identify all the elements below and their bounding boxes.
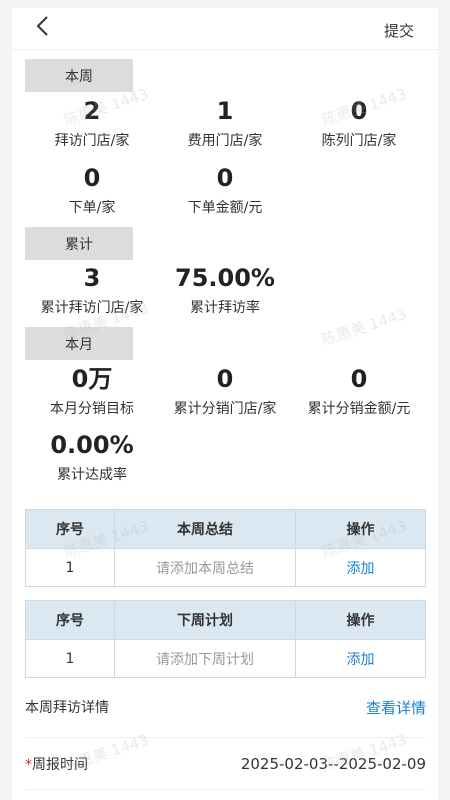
section-tag-cumulative: 累计: [25, 227, 133, 260]
stat-label: 累计分销金额/元: [307, 401, 411, 417]
view-details-link[interactable]: 查看详情: [366, 697, 426, 718]
stat-value: 0: [216, 365, 234, 393]
table-header: 序号 下周计划 操作: [26, 601, 425, 639]
stat-cumulative-visits: 3 累计拜访门店/家: [22, 263, 162, 317]
visit-details-row: 本周拜访详情 查看详情: [25, 687, 426, 727]
report-time-label-group: *周报时间: [25, 754, 88, 774]
stat-label: 下单/家: [68, 200, 116, 216]
stat-value: 75.00%: [175, 264, 275, 292]
nav-bar: [12, 8, 438, 50]
stat-label: 本月分销目标: [50, 401, 134, 417]
col-header-summary: 本周总结: [115, 510, 296, 548]
stat-value: 1: [216, 97, 234, 125]
stat-label: 累计分销门店/家: [173, 401, 277, 417]
submit-button[interactable]: 提交: [384, 20, 414, 41]
stat-label: 累计拜访率: [190, 300, 260, 316]
stat-visit-stores: 2 拜访门店/家: [22, 96, 162, 150]
stat-value: 0.00%: [50, 431, 134, 459]
summary-table: 序号 本周总结 操作 1 请添加本周总结 添加: [25, 509, 426, 587]
stat-expense-stores: 1 费用门店/家: [155, 96, 295, 150]
stat-label: 费用门店/家: [187, 133, 263, 149]
stat-order-amount: 0 下单金额/元: [155, 163, 295, 217]
stat-achievement-rate: 0.00% 累计达成率: [22, 430, 162, 484]
report-time-label: 周报时间: [32, 757, 88, 773]
plan-table: 序号 下周计划 操作 1 请添加下周计划 添加: [25, 600, 426, 678]
row-index: 1: [26, 640, 115, 677]
section-tag-month: 本月: [25, 327, 133, 360]
divider: [25, 789, 426, 790]
table-header: 序号 本周总结 操作: [26, 510, 425, 548]
col-header-index: 序号: [26, 510, 115, 548]
stat-value: 3: [83, 264, 101, 292]
col-header-action: 操作: [346, 522, 375, 538]
plan-input[interactable]: 请添加下周计划: [115, 640, 296, 677]
stat-value: 2: [83, 97, 101, 125]
report-time-value[interactable]: 2025-02-03--2025-02-09: [241, 755, 426, 773]
stat-orders: 0 下单/家: [22, 163, 162, 217]
stat-value: 0: [350, 97, 368, 125]
stat-month-target: 0万 本月分销目标: [22, 364, 162, 418]
col-header-plan: 下周计划: [115, 601, 296, 639]
stat-cumulative-visit-rate: 75.00% 累计拜访率: [155, 263, 295, 317]
add-plan-button[interactable]: 添加: [296, 640, 425, 677]
stat-distribution-stores: 0 累计分销门店/家: [155, 364, 295, 418]
back-icon[interactable]: [33, 14, 53, 38]
add-summary-button[interactable]: 添加: [296, 549, 425, 586]
table-row: 1 请添加下周计划 添加: [26, 639, 425, 677]
report-time-row[interactable]: *周报时间 2025-02-03--2025-02-09: [25, 744, 426, 784]
stat-label: 下单金额/元: [187, 200, 263, 216]
stat-distribution-amount: 0 累计分销金额/元: [289, 364, 429, 418]
required-mark: *: [25, 757, 32, 773]
stat-label: 陈列门店/家: [321, 133, 397, 149]
visit-details-label: 本周拜访详情: [25, 700, 109, 716]
stat-display-stores: 0 陈列门店/家: [289, 96, 429, 150]
summary-input[interactable]: 请添加本周总结: [115, 549, 296, 586]
col-header-index: 序号: [26, 601, 115, 639]
col-header-action: 操作: [346, 613, 375, 629]
stat-value: 0万: [71, 365, 113, 393]
table-row: 1 请添加本周总结 添加: [26, 548, 425, 586]
stat-value: 0: [350, 365, 368, 393]
stat-value: 0: [83, 164, 101, 192]
stat-value: 0: [216, 164, 234, 192]
stat-label: 拜访门店/家: [54, 133, 130, 149]
divider: [25, 737, 426, 738]
row-index: 1: [26, 549, 115, 586]
stat-label: 累计达成率: [57, 467, 127, 483]
stat-label: 累计拜访门店/家: [40, 300, 144, 316]
section-tag-week: 本周: [25, 59, 133, 92]
